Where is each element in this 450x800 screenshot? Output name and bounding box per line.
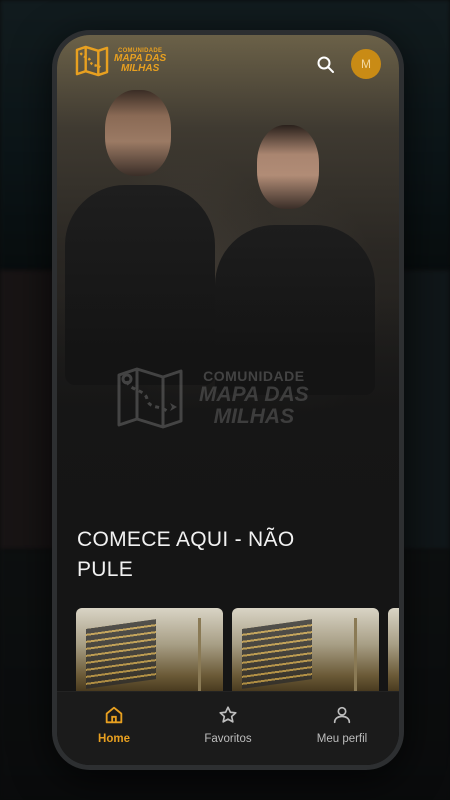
app-logo[interactable]: COMUNIDADE MAPA DAS MILHAS	[75, 45, 166, 77]
bottom-navigation: Home Favoritos Meu perfil	[57, 691, 399, 765]
card-image-detail	[198, 618, 201, 698]
user-icon	[333, 706, 351, 724]
avatar-initial: M	[361, 57, 371, 71]
nav-favoritos[interactable]: Favoritos	[171, 692, 285, 765]
nav-home[interactable]: Home	[57, 692, 171, 765]
hero-brand-line1: MAPA DAS	[199, 383, 309, 406]
home-icon	[105, 706, 123, 724]
lesson-card[interactable]	[388, 608, 399, 698]
app-screen: COMUNIDADE MAPA DAS MILHAS COMUNIDADE MA…	[57, 35, 399, 765]
departure-board-image	[86, 619, 156, 689]
person-man-face	[105, 90, 171, 176]
hero-brand-top: COMUNIDADE	[203, 368, 305, 384]
nav-meu-perfil[interactable]: Meu perfil	[285, 692, 399, 765]
lesson-carousel[interactable]	[76, 608, 399, 698]
logo-brand-line2: MILHAS	[120, 63, 160, 74]
nav-meu-perfil-label: Meu perfil	[316, 733, 368, 745]
departure-board-image	[242, 619, 312, 689]
star-icon	[219, 706, 237, 723]
search-button[interactable]	[316, 55, 336, 75]
nav-favoritos-label: Favoritos	[204, 733, 252, 745]
section-title: COMECE AQUI - NÃO PULE	[77, 528, 295, 581]
nav-home-label: Home	[98, 733, 130, 745]
search-icon	[317, 56, 334, 73]
lesson-card[interactable]	[76, 608, 223, 698]
card-image-detail	[354, 618, 357, 698]
lesson-card[interactable]	[232, 608, 379, 698]
hero-brand-line2: MILHAS	[213, 405, 295, 428]
hero-banner: COMUNIDADE MAPA DAS MILHAS	[57, 35, 399, 555]
hero-logo: COMUNIDADE MAPA DAS MILHAS	[115, 365, 309, 431]
phone-frame: COMUNIDADE MAPA DAS MILHAS COMUNIDADE MA…	[52, 30, 404, 770]
person-woman-face	[257, 125, 319, 209]
map-icon	[117, 367, 183, 429]
map-logo-icon	[75, 45, 109, 77]
avatar[interactable]: M	[351, 49, 381, 79]
top-bar: COMUNIDADE MAPA DAS MILHAS M	[57, 35, 399, 95]
